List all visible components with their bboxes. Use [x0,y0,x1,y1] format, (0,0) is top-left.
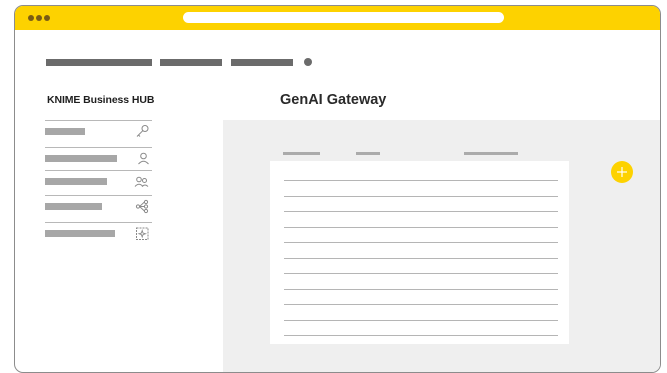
sidebar-item-label-placeholder [45,128,85,135]
table-row[interactable] [284,289,558,290]
workflow-icon [135,199,149,214]
ai-sparkle-icon [136,227,149,240]
column-header[interactable] [464,152,518,155]
page-title: GenAI Gateway [280,92,387,108]
sidebar-item-label-placeholder [45,155,117,162]
data-table-card [270,161,569,344]
column-header[interactable] [356,152,380,155]
sidebar-item-teams[interactable] [45,170,152,191]
plus-icon [617,167,627,177]
table-row[interactable] [284,258,558,259]
table-row[interactable] [284,242,558,243]
key-icon [136,125,149,137]
window-control-dot[interactable] [36,15,42,21]
breadcrumb-item[interactable] [160,59,222,66]
table-row[interactable] [284,335,558,336]
window-control-dot[interactable] [44,15,50,21]
sidebar-item-label-placeholder [45,203,102,210]
users-icon [134,176,149,187]
breadcrumb-item[interactable] [46,59,152,66]
table-row[interactable] [284,304,558,305]
breadcrumb-item[interactable] [231,59,293,66]
add-button[interactable] [611,161,633,183]
user-icon [138,152,149,165]
table-row[interactable] [284,211,558,212]
sidebar-item-label-placeholder [45,178,107,185]
table-row[interactable] [284,227,558,228]
table-row[interactable] [284,273,558,274]
table-row[interactable] [284,320,558,321]
table-row[interactable] [284,180,558,181]
breadcrumb-more-icon[interactable] [304,58,312,66]
title-bar [15,6,660,30]
sidebar-item-workflows[interactable] [45,195,152,216]
sidebar-item-genai[interactable] [45,222,152,243]
table-row[interactable] [284,196,558,197]
address-bar[interactable] [183,12,504,23]
sidebar-item-keys[interactable] [45,120,152,141]
sidebar-item-users[interactable] [45,147,152,168]
column-header[interactable] [283,152,320,155]
sidebar-item-label-placeholder [45,230,115,237]
window-control-dot[interactable] [28,15,34,21]
brand-name: KNIME Business HUB [47,94,155,106]
browser-window: KNIME Business HUB GenAI Gateway [14,5,661,373]
